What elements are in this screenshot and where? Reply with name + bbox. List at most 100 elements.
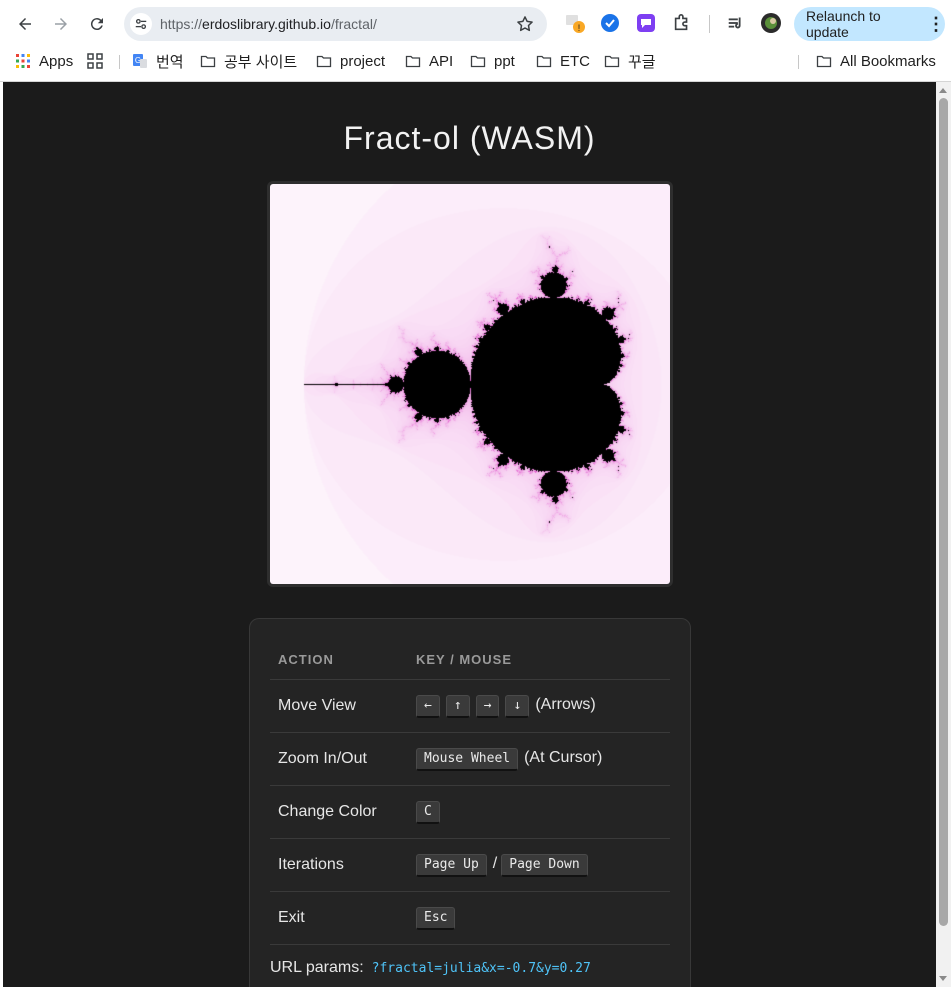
key-cell: Esc bbox=[408, 891, 670, 945]
bookmark-folder-google[interactable]: 꾸글 bbox=[604, 50, 656, 72]
browser-chrome: https://erdoslibrary.github.io/fractal/ … bbox=[0, 0, 951, 82]
forward-button[interactable] bbox=[48, 11, 74, 37]
folder-icon bbox=[470, 55, 486, 68]
bookmark-label: API bbox=[429, 52, 454, 70]
url-params-example: ?fractal=julia&x=-0.7&y=0.27 bbox=[371, 961, 591, 976]
folder-icon bbox=[816, 55, 832, 68]
key-cell: C bbox=[408, 785, 670, 839]
bookmark-separator bbox=[119, 55, 120, 69]
url-path: /fractal/ bbox=[330, 16, 377, 32]
table-row: Move View ← ↑ → ↓ (Arrows) bbox=[270, 679, 670, 733]
column-header-action: ACTION bbox=[270, 639, 408, 680]
fractal-frame bbox=[267, 181, 673, 587]
bookmark-apps[interactable]: Apps bbox=[15, 50, 73, 72]
all-bookmarks-button[interactable]: All Bookmarks bbox=[816, 50, 936, 72]
bookmark-label: Apps bbox=[39, 52, 74, 70]
bookmark-star-icon[interactable] bbox=[515, 14, 535, 34]
table-row: Zoom In/Out Mouse Wheel (At Cursor) bbox=[270, 732, 670, 786]
table-row: Exit Esc bbox=[270, 891, 670, 945]
page-title: Fract-ol (WASM) bbox=[343, 120, 596, 156]
folder-icon bbox=[405, 55, 421, 68]
action-label: Iterations bbox=[270, 838, 408, 892]
action-label: Exit bbox=[270, 891, 408, 945]
vertical-scrollbar[interactable] bbox=[936, 82, 951, 987]
tune-icon bbox=[135, 18, 147, 30]
extension-warning-icon[interactable]: ! bbox=[564, 12, 586, 34]
folder-icon bbox=[200, 55, 216, 68]
bookmark-folder-api[interactable]: API bbox=[405, 50, 453, 72]
reload-icon bbox=[90, 18, 103, 31]
back-button[interactable] bbox=[12, 11, 38, 37]
url-prefix: https:// bbox=[160, 16, 203, 32]
key-esc: Esc bbox=[416, 906, 456, 930]
bookmark-label: 번역 bbox=[156, 53, 184, 71]
folder-icon bbox=[536, 55, 552, 68]
url-params-label: URL params: bbox=[270, 959, 364, 976]
extensions-puzzle-icon[interactable] bbox=[671, 12, 693, 34]
bookmark-grid[interactable] bbox=[87, 50, 111, 72]
site-info-button[interactable] bbox=[130, 13, 152, 35]
apps-grid-icon bbox=[16, 54, 30, 68]
profile-avatar[interactable] bbox=[760, 12, 782, 34]
folder-icon bbox=[316, 55, 332, 68]
media-control-icon[interactable] bbox=[725, 12, 747, 34]
action-label: Move View bbox=[270, 679, 408, 733]
bookmark-label: project bbox=[340, 52, 386, 70]
key-page-down: Page Down bbox=[501, 853, 588, 877]
bookmark-label: ppt bbox=[494, 52, 515, 70]
arrow-left-icon bbox=[19, 18, 31, 30]
key-down-arrow: ↓ bbox=[505, 694, 530, 718]
svg-text:!: ! bbox=[578, 23, 581, 33]
google-translate-icon: G bbox=[133, 54, 147, 68]
relaunch-button[interactable]: Relaunch to update ⋮ bbox=[794, 7, 945, 41]
bookmarks-bar: Apps G 번역 공부 사이트 project API ppt ETC 꾸글 … bbox=[0, 46, 951, 76]
table-header-row: ACTION KEY / MOUSE bbox=[270, 639, 670, 680]
bookmark-folder-ppt[interactable]: ppt bbox=[470, 50, 515, 72]
key-cell: Page Up / Page Down bbox=[408, 838, 670, 892]
action-label: Zoom In/Out bbox=[270, 732, 408, 786]
key-note: (Arrows) bbox=[535, 695, 596, 713]
bookmark-folder-etc[interactable]: ETC bbox=[536, 50, 590, 72]
scroll-up-arrow-icon[interactable] bbox=[939, 88, 947, 93]
table-row: Change Color C bbox=[270, 785, 670, 839]
bookmark-translate[interactable]: G 번역 bbox=[132, 50, 184, 72]
bookmark-folder-project[interactable]: project bbox=[316, 50, 385, 72]
key-cell: Mouse Wheel (At Cursor) bbox=[408, 732, 670, 786]
key-left-arrow: ← bbox=[416, 694, 440, 718]
page-viewport: Fract-ol (WASM) ACTION KEY / MOUSE Move … bbox=[3, 82, 936, 987]
extension-chat-icon[interactable] bbox=[635, 12, 657, 34]
scroll-down-arrow-icon[interactable] bbox=[939, 976, 947, 981]
address-bar[interactable]: https://erdoslibrary.github.io/fractal/ bbox=[124, 7, 547, 41]
key-right-arrow: → bbox=[475, 694, 500, 718]
grid-icon bbox=[87, 53, 103, 69]
url-params-hint: URL params: ?fractal=julia&x=-0.7&y=0.27 bbox=[270, 959, 591, 977]
url-host: erdoslibrary.github.io bbox=[202, 16, 331, 32]
folder-icon bbox=[604, 55, 620, 68]
more-vert-icon: ⋮ bbox=[927, 14, 945, 34]
all-bookmarks-label: All Bookmarks bbox=[840, 52, 936, 70]
extension-check-icon[interactable] bbox=[599, 12, 621, 34]
fractal-canvas[interactable] bbox=[270, 184, 670, 584]
controls-table: ACTION KEY / MOUSE Move View ← ↑ → ↓ (Arrows… bbox=[270, 639, 670, 945]
table-row: Iterations Page Up / Page Down bbox=[270, 838, 670, 892]
scrollbar-thumb[interactable] bbox=[939, 98, 948, 926]
bookmark-label: ETC bbox=[560, 52, 590, 70]
url-text[interactable]: https://erdoslibrary.github.io/fractal/ bbox=[160, 16, 515, 32]
key-cell: ← ↑ → ↓ (Arrows) bbox=[408, 679, 670, 733]
action-label: Change Color bbox=[270, 785, 408, 839]
key-note: (At Cursor) bbox=[524, 748, 603, 766]
relaunch-label: Relaunch to update bbox=[806, 8, 881, 40]
bookmark-label: 꾸글 bbox=[628, 53, 656, 71]
controls-panel: ACTION KEY / MOUSE Move View ← ↑ → ↓ (Arrows… bbox=[249, 618, 691, 987]
reload-button[interactable] bbox=[84, 11, 110, 37]
toolbar-separator bbox=[709, 15, 710, 33]
bookmark-label: 공부 사이트 bbox=[224, 53, 298, 71]
key-up-arrow: ↑ bbox=[445, 694, 470, 718]
key-separator: / bbox=[492, 854, 498, 872]
browser-toolbar: https://erdoslibrary.github.io/fractal/ … bbox=[0, 0, 951, 46]
key-c: C bbox=[416, 800, 440, 824]
arrow-right-icon bbox=[55, 18, 67, 30]
key-page-up: Page Up bbox=[416, 853, 487, 877]
column-header-key: KEY / MOUSE bbox=[408, 639, 670, 680]
bookmark-folder-study[interactable]: 공부 사이트 bbox=[200, 50, 297, 72]
